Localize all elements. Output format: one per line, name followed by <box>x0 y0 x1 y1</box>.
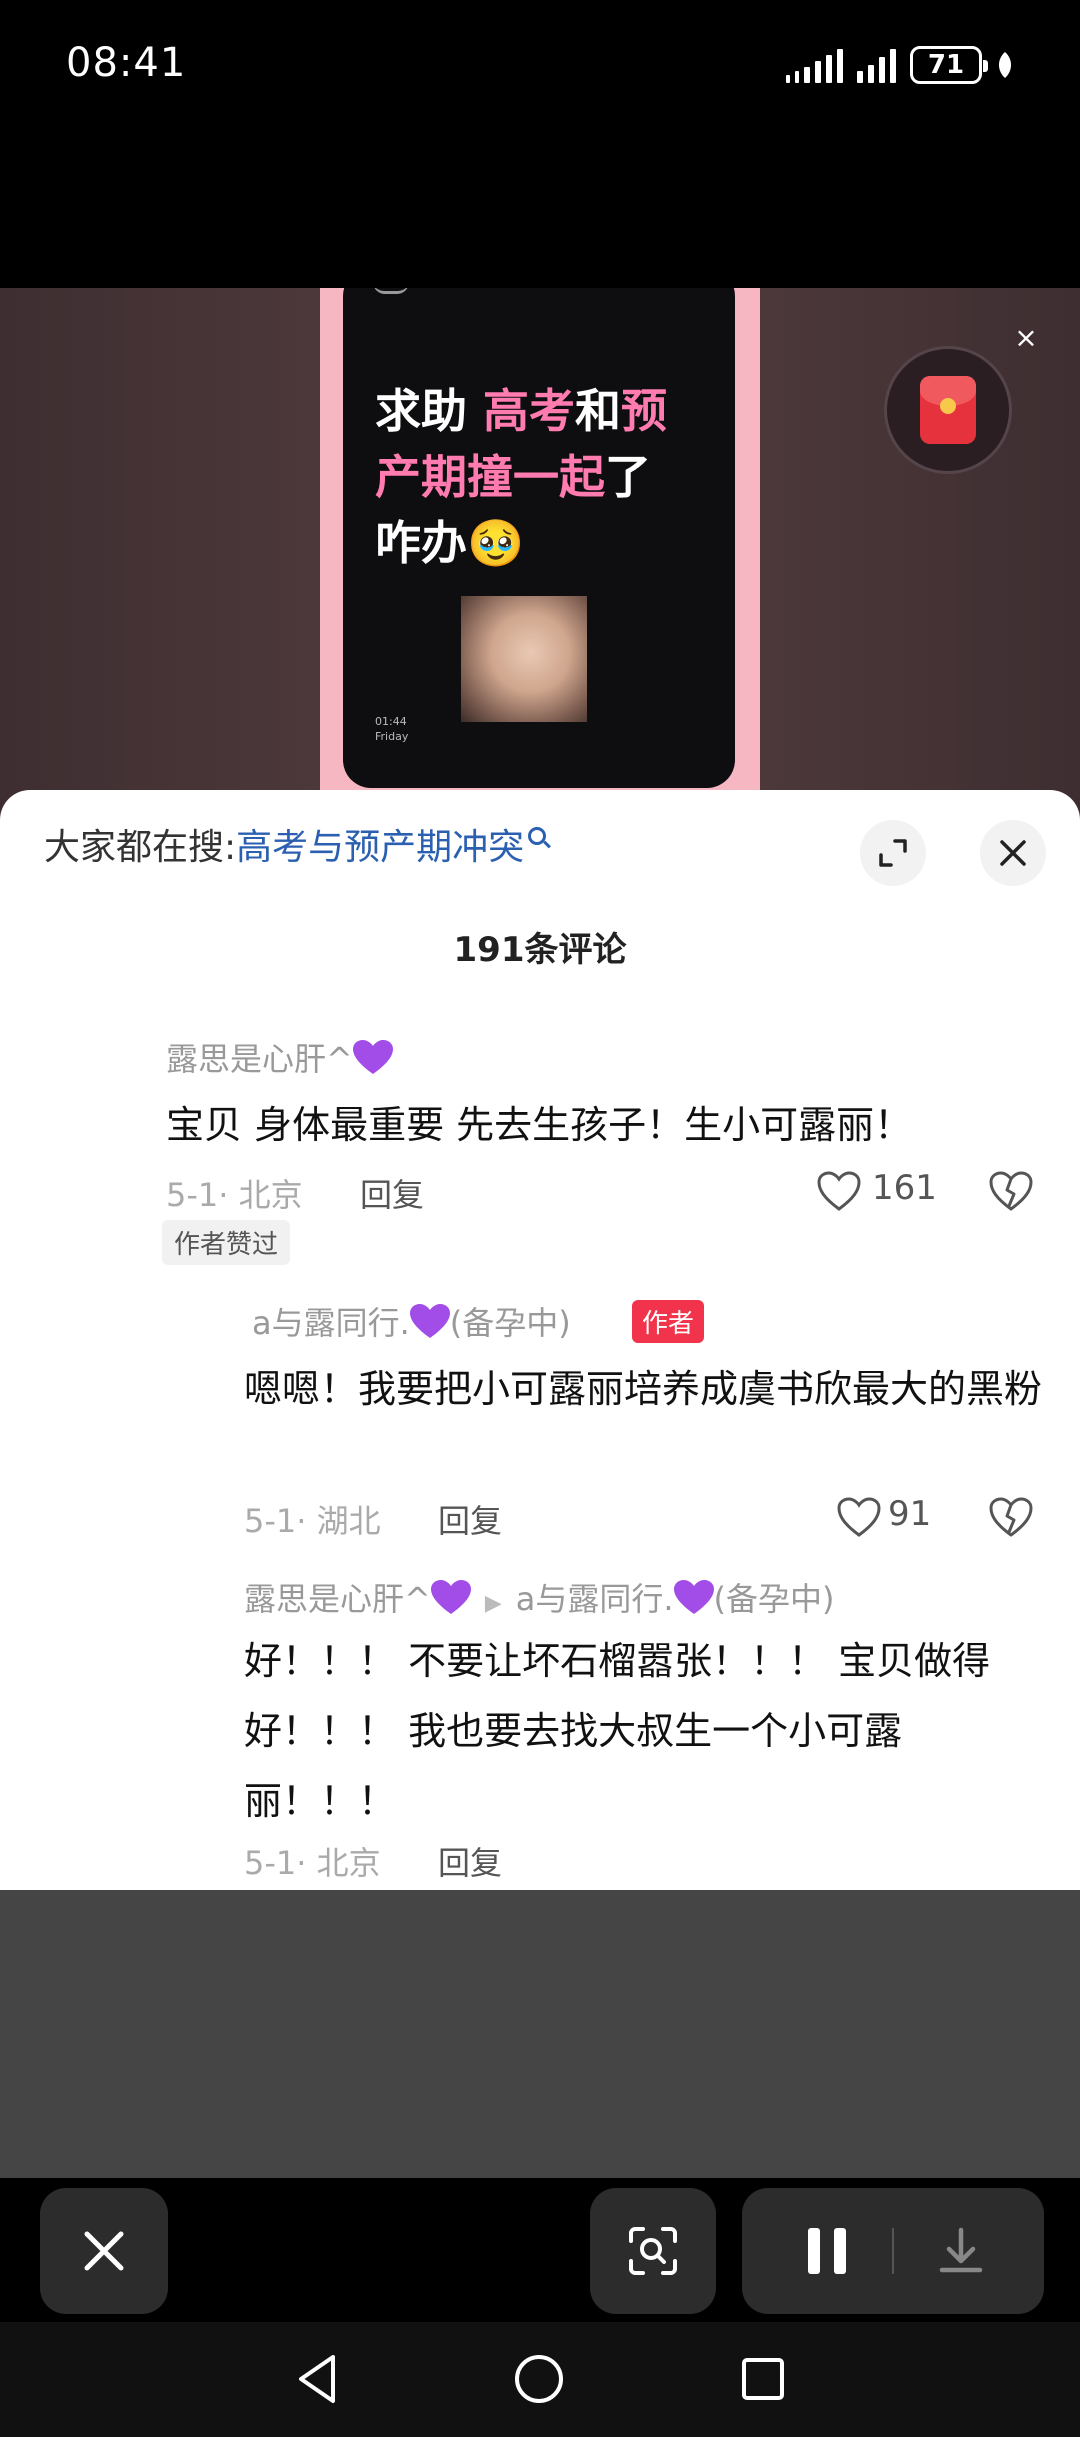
like-count: 91 <box>888 1494 932 1534</box>
dislike-icon[interactable] <box>988 1170 1034 1212</box>
trending-search-query[interactable]: 高考与预产期冲突 <box>236 827 524 868</box>
nav-back-button[interactable] <box>282 2344 352 2414</box>
reply-arrow-icon: ▶ <box>484 1591 502 1616</box>
comment-count: 191条评论 <box>453 930 627 970</box>
recents-icon <box>742 2358 784 2400</box>
phone-clock: 01:44 Friday <box>375 715 409 743</box>
bottom-toolbar <box>0 2178 1080 2322</box>
comment-sheet: 大家都在搜:高考与预产期冲突 191条评论 露思是心肝^ 宝贝 身体最重要 先去… <box>0 790 1080 1890</box>
reply-button[interactable]: 回复 <box>360 1170 424 1216</box>
back-icon <box>299 2355 335 2403</box>
like-icon[interactable] <box>816 1170 862 1212</box>
nav-recents-button[interactable] <box>728 2344 798 2414</box>
nav-home-button[interactable] <box>504 2344 574 2414</box>
like-count: 161 <box>872 1168 937 1208</box>
comment-author[interactable]: 露思是心肝^ ▶ a与露同行. (备孕中) <box>244 1574 835 1620</box>
red-packet-button[interactable] <box>884 346 1012 474</box>
scan-button[interactable] <box>590 2188 716 2314</box>
expand-button[interactable] <box>860 820 926 886</box>
search-icon <box>528 827 547 845</box>
purple-heart-icon <box>409 1304 450 1338</box>
reply-button[interactable]: 回复 <box>438 1496 502 1542</box>
purple-heart-icon <box>352 1040 393 1074</box>
download-button[interactable] <box>934 2224 988 2278</box>
expand-icon <box>879 839 907 867</box>
comment-author[interactable]: a与露同行. (备孕中) <box>252 1298 571 1344</box>
battery-icon: 71 <box>910 46 988 84</box>
close-comments-button[interactable] <box>980 820 1046 886</box>
video-area[interactable]: 求助 高考和预 产期撞一起了 咋办🥹 01:44 Friday × <box>0 288 1080 828</box>
status-icons: 71 <box>786 44 1014 86</box>
signal-icon <box>786 47 843 83</box>
reply-button[interactable]: 回复 <box>438 1838 502 1884</box>
purple-heart-icon <box>673 1580 714 1614</box>
comment-body: 好！！！ 不要让坏石榴嚣张！！！ 宝贝做得好！！！ 我也要去找大叔生一个小可露丽… <box>244 1639 991 1823</box>
comment-body: 宝贝 身体最重要 先去生孩子！生小可露丽！ <box>166 1103 913 1147</box>
scan-search-icon <box>629 2227 677 2275</box>
comment-date-location: 5-1· 湖北 <box>244 1502 381 1540</box>
close-icon <box>1000 840 1026 866</box>
comment-body: 嗯嗯！我要把小可露丽培养成虞书欣最大的黑粉 <box>244 1367 1043 1411</box>
close-icon <box>84 2231 124 2271</box>
pause-icon <box>808 2228 846 2274</box>
trending-search[interactable]: 大家都在搜:高考与预产期冲突 <box>44 826 547 870</box>
purple-heart-icon <box>430 1580 471 1614</box>
close-icon[interactable]: × <box>1012 324 1040 352</box>
video-phone-screen: 求助 高考和预 产期撞一起了 咋办🥹 01:44 Friday <box>343 288 735 788</box>
comment-date-location: 5-1· 北京 <box>166 1176 303 1214</box>
video-selfie-photo <box>461 596 587 722</box>
status-bar: 08:41 71 <box>0 0 1080 288</box>
home-icon <box>515 2355 563 2403</box>
trending-search-prefix: 大家都在搜: <box>44 827 237 868</box>
red-packet-icon <box>920 376 976 444</box>
overlay-dim-area <box>0 1890 1080 2178</box>
author-liked-badge: 作者赞过 <box>162 1220 291 1265</box>
close-button[interactable] <box>40 2188 168 2314</box>
toolbar-divider <box>892 2228 894 2274</box>
download-icon <box>939 2227 983 2273</box>
comment-date-location: 5-1· 北京 <box>244 1844 381 1882</box>
status-time: 08:41 <box>66 40 187 86</box>
leaf-icon <box>998 52 1012 78</box>
media-controls <box>742 2188 1044 2314</box>
video-overlay-text: 求助 高考和预 产期撞一起了 咋办🥹 <box>375 384 668 570</box>
pause-button[interactable] <box>802 2226 852 2276</box>
author-badge: 作者 <box>632 1300 705 1343</box>
signal-icon-2 <box>857 47 896 83</box>
like-icon[interactable] <box>836 1496 882 1538</box>
comment-author[interactable]: 露思是心肝^ <box>166 1034 393 1080</box>
phone-notch <box>373 288 409 294</box>
system-navigation-bar <box>0 2322 1080 2437</box>
dislike-icon[interactable] <box>988 1496 1034 1538</box>
